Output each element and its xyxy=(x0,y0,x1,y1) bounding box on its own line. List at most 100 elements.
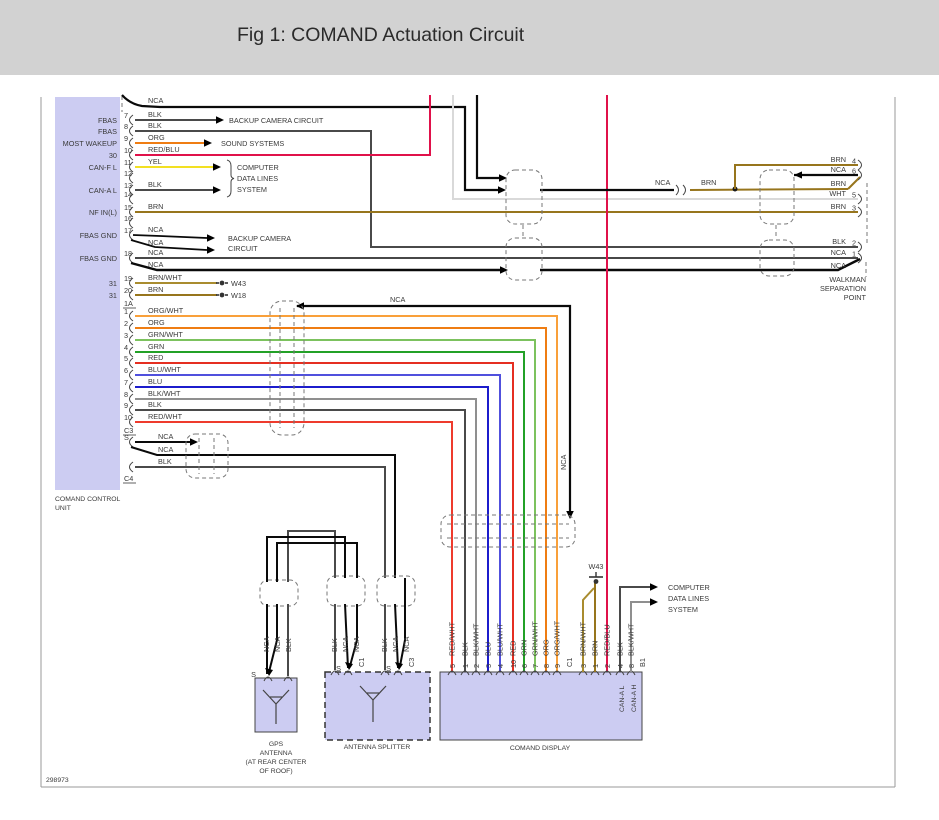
svg-text:6: 6 xyxy=(852,167,856,176)
svg-text:1: 1 xyxy=(461,664,470,668)
splice-brn-label: BRN xyxy=(701,178,716,187)
svg-text:7: 7 xyxy=(124,111,128,120)
svg-text:BLK/WHT: BLK/WHT xyxy=(148,389,181,398)
svg-text:RED/WHT: RED/WHT xyxy=(148,412,183,421)
svg-text:3: 3 xyxy=(852,204,856,213)
svg-text:BRN: BRN xyxy=(591,641,600,656)
svg-text:4: 4 xyxy=(852,157,856,166)
svg-text:W43: W43 xyxy=(231,279,246,288)
svg-text:NCA: NCA xyxy=(341,636,350,652)
ground-w43-display-icon: W43 xyxy=(588,562,604,584)
svg-text:NCA: NCA xyxy=(391,636,400,652)
svg-text:ORG: ORG xyxy=(542,639,551,656)
svg-text:3: 3 xyxy=(484,664,493,668)
svg-text:C3: C3 xyxy=(407,658,416,667)
svg-text:CAN-A H: CAN-A H xyxy=(631,684,638,712)
mid-nca-label: NCA xyxy=(390,295,406,304)
backup-camera-target: BACKUP CAMERA CIRCUIT xyxy=(229,116,324,125)
svg-text:8: 8 xyxy=(627,664,636,668)
svg-text:GRN/WHT: GRN/WHT xyxy=(531,621,540,656)
svg-text:NCA: NCA xyxy=(402,636,411,652)
svg-text:BRN: BRN xyxy=(148,202,163,211)
svg-text:CIRCUIT: CIRCUIT xyxy=(228,244,258,253)
display-c1-labels: RED/WHT BLK BLK/WHT BLU BLU/WHT RED GRN … xyxy=(448,620,575,668)
svg-text:COMAND DISPLAY: COMAND DISPLAY xyxy=(510,745,571,752)
unit-top-wires xyxy=(130,95,861,296)
svg-text:BLK: BLK xyxy=(380,638,389,652)
svg-text:BLK/WHT: BLK/WHT xyxy=(627,623,636,656)
svg-text:3: 3 xyxy=(124,331,128,340)
antenna-splitter-block: ANTENNA SPLITTER xyxy=(324,670,431,751)
svg-text:17: 17 xyxy=(124,226,132,235)
page: { "header": { "title": "Fig 1: COMAND Ac… xyxy=(0,0,939,820)
svg-text:NCA: NCA xyxy=(148,248,164,257)
svg-text:5: 5 xyxy=(124,354,128,363)
svg-text:WHT: WHT xyxy=(829,189,846,198)
svg-text:9: 9 xyxy=(124,401,128,410)
svg-text:2: 2 xyxy=(852,239,856,248)
svg-text:10: 10 xyxy=(124,146,132,155)
svg-text:BRN: BRN xyxy=(831,179,846,188)
svg-text:COMPUTER: COMPUTER xyxy=(668,583,710,592)
wiring-diagram: COMAND CONTROL UNIT NCA 7 BLK FBAS 8 BLK FBA… xyxy=(40,94,896,788)
svg-text:18: 18 xyxy=(124,249,132,258)
sound-systems-target: SOUND SYSTEMS xyxy=(221,139,284,148)
svg-text:NCA: NCA xyxy=(352,636,361,652)
diagram-ref-number: 298973 xyxy=(46,777,69,784)
backup-camera-target-2: BACKUP CAMERA xyxy=(228,234,291,243)
svg-text:8: 8 xyxy=(124,122,128,131)
svg-text:BRN/WHT: BRN/WHT xyxy=(579,621,588,656)
svg-text:W43: W43 xyxy=(588,562,603,571)
svg-text:RED/BLU: RED/BLU xyxy=(148,145,180,154)
svg-text:NCA: NCA xyxy=(831,248,847,257)
right-side-rows: BRN 4 NCA 6 BRN WHT 5 BRN 3 BLK 2 NCA 1 NCA WA… xyxy=(794,155,868,302)
svg-text:SYSTEM: SYSTEM xyxy=(237,185,267,194)
svg-text:3: 3 xyxy=(579,664,588,668)
svg-text:2: 2 xyxy=(472,664,481,668)
svg-text:SYSTEM: SYSTEM xyxy=(668,605,698,614)
walkman-note: WALKMAN xyxy=(829,275,866,284)
svg-text:GRN: GRN xyxy=(520,640,529,656)
svg-text:FBAS GND: FBAS GND xyxy=(80,254,117,263)
svg-text:14: 14 xyxy=(124,190,132,199)
svg-text:11: 11 xyxy=(124,158,132,167)
svg-text:ORG: ORG xyxy=(148,133,165,142)
svg-text:BLU/WHT: BLU/WHT xyxy=(148,365,181,374)
svg-text:POINT: POINT xyxy=(844,293,867,302)
svg-text:30: 30 xyxy=(109,151,117,160)
top-nca-label: NCA xyxy=(148,96,164,105)
svg-text:5: 5 xyxy=(448,664,457,668)
svg-text:19: 19 xyxy=(124,274,132,283)
svg-text:8: 8 xyxy=(542,664,551,668)
svg-text:NCA: NCA xyxy=(262,636,271,652)
svg-text:RED/BLU: RED/BLU xyxy=(603,624,612,656)
ground-w43-icon: W43 xyxy=(216,279,246,288)
svg-text:BRN/WHT: BRN/WHT xyxy=(148,273,183,282)
connector-b1: B1 xyxy=(638,658,647,667)
gps-antenna-block: GPS ANTENNA (AT REAR CENTER OF ROOF) xyxy=(246,676,307,775)
svg-text:13: 13 xyxy=(124,181,132,190)
svg-text:BRN: BRN xyxy=(831,202,846,211)
svg-text:ORG/WHT: ORG/WHT xyxy=(553,620,562,656)
connector-c1: C1 xyxy=(565,658,574,667)
svg-text:NCA: NCA xyxy=(148,225,164,234)
svg-text:10: 10 xyxy=(509,660,518,668)
svg-text:2: 2 xyxy=(603,664,612,668)
svg-text:FBAS: FBAS xyxy=(98,116,117,125)
svg-text:6: 6 xyxy=(520,664,529,668)
svg-text:SEPARATION: SEPARATION xyxy=(820,284,866,293)
svg-text:BLK: BLK xyxy=(148,121,162,130)
svg-text:1: 1 xyxy=(591,664,600,668)
svg-text:GPS: GPS xyxy=(269,741,284,748)
svg-text:4: 4 xyxy=(616,664,625,668)
svg-text:4: 4 xyxy=(496,664,505,668)
svg-text:CAN-A L: CAN-A L xyxy=(619,685,626,712)
svg-text:CAN-A L: CAN-A L xyxy=(89,186,117,195)
svg-text:10: 10 xyxy=(124,413,132,422)
svg-text:2: 2 xyxy=(124,319,128,328)
svg-text:NCA: NCA xyxy=(831,261,847,270)
svg-text:7: 7 xyxy=(124,378,128,387)
svg-text:CAN-F L: CAN-F L xyxy=(89,163,117,172)
splice-line: NCA BRN xyxy=(540,164,861,196)
svg-text:FBAS GND: FBAS GND xyxy=(80,231,117,240)
